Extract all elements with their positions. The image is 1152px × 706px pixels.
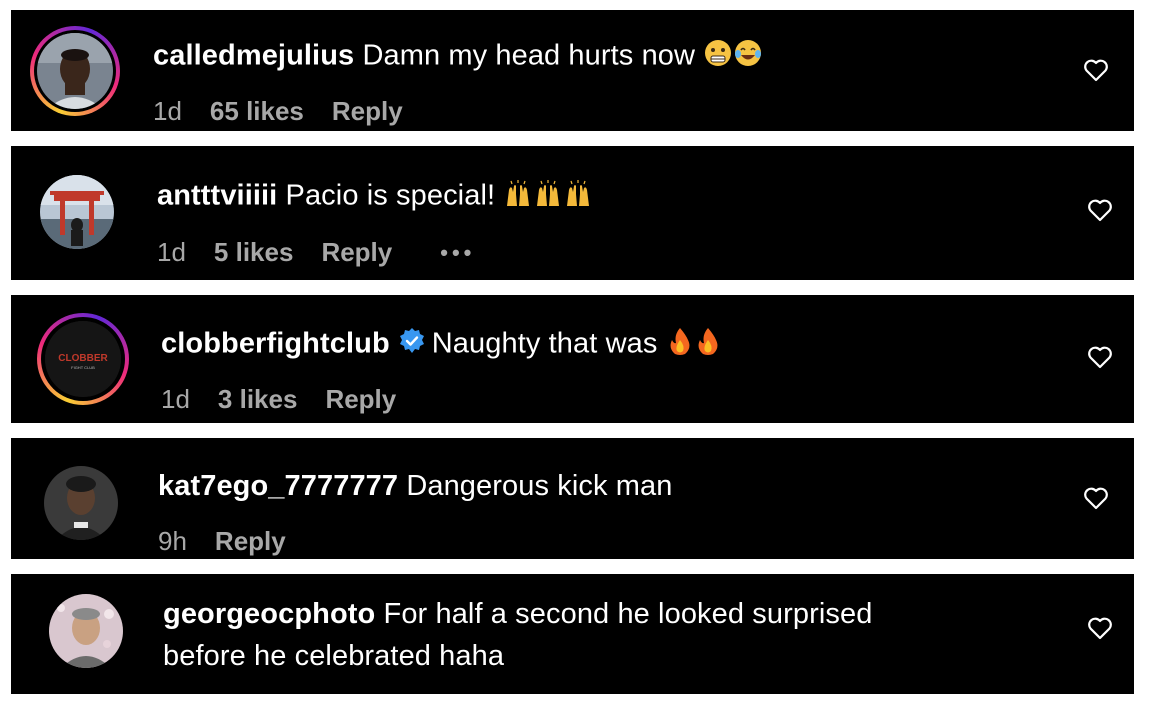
timestamp[interactable]: 1d	[161, 384, 190, 415]
comment-text-line: georgeocphoto For half a second he looke…	[163, 597, 872, 631]
comment-text-line: kat7ego_7777777 Dangerous kick man	[158, 469, 672, 503]
story-ring[interactable]: CLOBBER FIGHT CLUB	[37, 313, 129, 405]
comment-meta: 1d 5 likes Reply •••	[157, 237, 475, 268]
comment-text-line-1: For half a second he looked surprised	[383, 598, 873, 630]
story-ring[interactable]	[30, 26, 120, 116]
username-link[interactable]: calledmejulius	[153, 40, 354, 72]
like-heart-icon[interactable]	[1087, 198, 1113, 222]
like-heart-icon[interactable]	[1087, 616, 1113, 640]
avatar[interactable]	[49, 594, 123, 668]
comment-item: georgeocphoto For half a second he looke…	[11, 574, 1134, 694]
username-link[interactable]: clobberfightclub	[161, 328, 390, 360]
comment-text: Damn my head hurts now	[362, 39, 696, 72]
fire-emoji	[666, 326, 694, 364]
avatar[interactable]	[40, 175, 114, 249]
likes-count[interactable]: 3 likes	[218, 384, 298, 415]
username-link[interactable]: antttviiiii	[157, 180, 277, 212]
like-heart-icon[interactable]	[1083, 486, 1109, 510]
comment-item: CLOBBER FIGHT CLUB clobberfightclub Naug…	[11, 295, 1134, 423]
avatar-logo-subtext: FIGHT CLUB	[71, 365, 95, 370]
verified-badge-icon	[398, 327, 426, 363]
comment-text-line: antttviiiii Pacio is special!	[157, 178, 593, 216]
like-heart-icon[interactable]	[1083, 58, 1109, 82]
raising-hands-emoji	[533, 178, 563, 216]
reply-button[interactable]: Reply	[321, 237, 392, 268]
username-link[interactable]: kat7ego_7777777	[158, 470, 398, 502]
comment-text: before he celebrated haha	[163, 640, 505, 672]
comment-item: antttviiiii Pacio is special! 1d 5 likes…	[11, 146, 1134, 280]
more-options-icon[interactable]: •••	[440, 240, 475, 266]
likes-count[interactable]: 65 likes	[210, 96, 304, 127]
comment-item: kat7ego_7777777 Dangerous kick man 9h Re…	[11, 438, 1134, 559]
reply-button[interactable]: Reply	[332, 96, 403, 127]
username-link[interactable]: georgeocphoto	[163, 598, 375, 630]
timestamp[interactable]: 1d	[153, 96, 182, 127]
likes-count[interactable]: 5 likes	[214, 237, 294, 268]
reply-button[interactable]: Reply	[215, 526, 286, 557]
tears-of-joy-emoji	[733, 38, 763, 76]
avatar[interactable]	[44, 466, 118, 540]
grimacing-face-emoji	[703, 38, 733, 76]
avatar[interactable]	[37, 33, 113, 109]
comment-text-line: calledmejulius Damn my head hurts now	[153, 38, 763, 76]
comment-text-line: clobberfightclub Naughty that was	[161, 326, 722, 364]
like-heart-icon[interactable]	[1087, 345, 1113, 369]
comment-meta: 1d 3 likes Reply	[161, 384, 396, 415]
comment-text-line-2: before he celebrated haha	[163, 639, 504, 673]
comment-text: Dangerous kick man	[406, 470, 673, 502]
reply-button[interactable]: Reply	[325, 384, 396, 415]
avatar[interactable]: CLOBBER FIGHT CLUB	[45, 321, 121, 397]
raising-hands-emoji	[563, 178, 593, 216]
comment-text: Naughty that was	[431, 327, 658, 360]
timestamp[interactable]: 9h	[158, 526, 187, 557]
avatar-logo-text: CLOBBER	[58, 353, 108, 364]
fire-emoji	[694, 326, 722, 364]
comment-text: Pacio is special!	[285, 179, 496, 212]
timestamp[interactable]: 1d	[157, 237, 186, 268]
raising-hands-emoji	[503, 178, 533, 216]
comment-meta: 9h Reply	[158, 526, 286, 557]
comment-meta: 1d 65 likes Reply	[153, 96, 403, 127]
comment-item: calledmejulius Damn my head hurts now 1d…	[11, 10, 1134, 131]
